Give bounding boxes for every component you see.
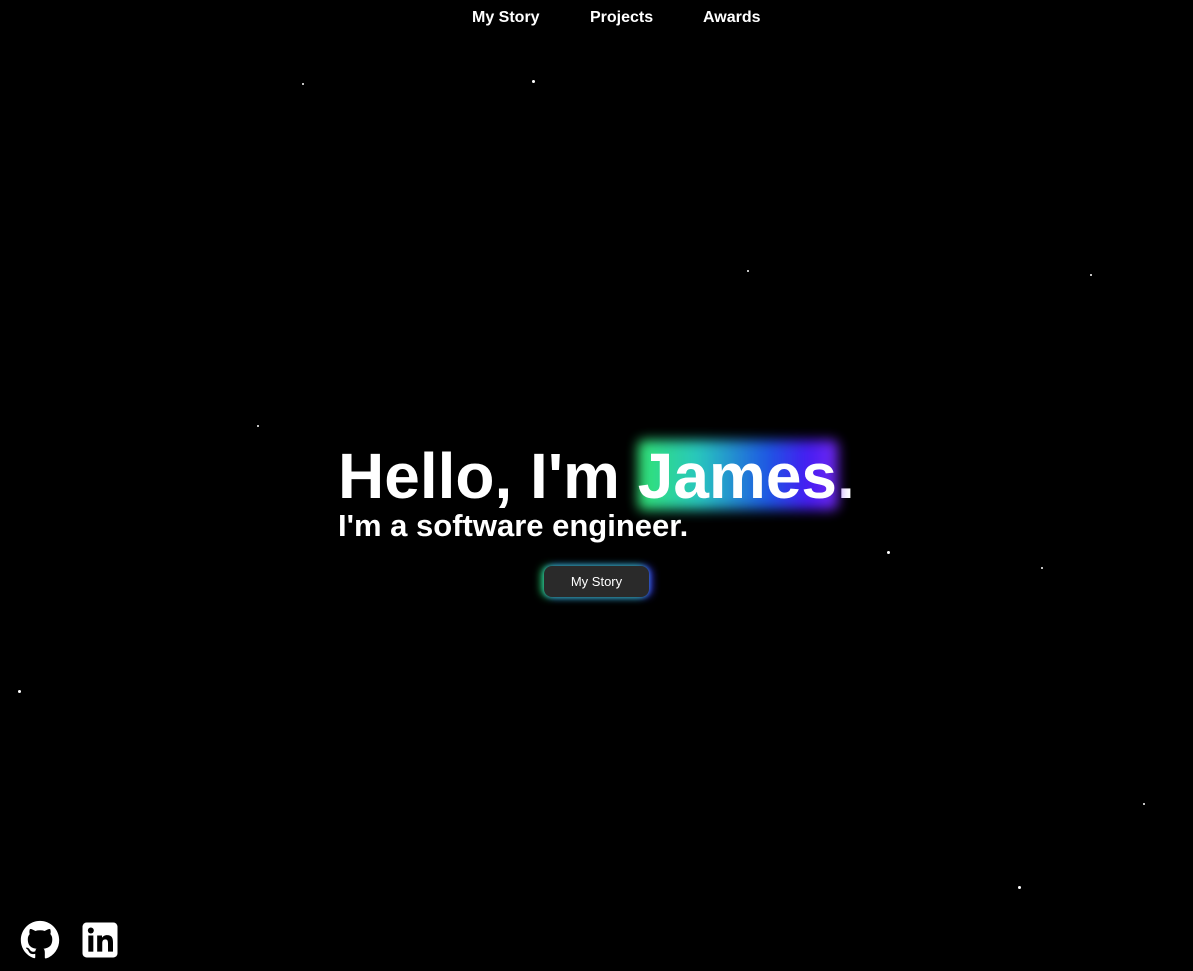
star — [887, 551, 890, 554]
star — [257, 425, 259, 427]
star — [1018, 886, 1021, 889]
star — [1143, 803, 1145, 805]
greeting-text: Hello, I'm — [338, 440, 638, 512]
name-highlight: James — [637, 438, 838, 514]
linkedin-link[interactable] — [80, 920, 120, 960]
my-story-button[interactable]: My Story — [544, 566, 649, 597]
github-icon — [20, 920, 60, 959]
hero: Hello, I'm James. I'm a software enginee… — [338, 438, 898, 546]
star — [747, 270, 749, 272]
star — [532, 80, 535, 83]
star — [1041, 567, 1043, 569]
star — [18, 690, 21, 693]
nav-link-my-story[interactable]: My Story — [472, 8, 540, 28]
star — [1090, 274, 1092, 276]
top-nav: My Story Projects Awards — [0, 8, 1193, 30]
github-link[interactable] — [20, 920, 60, 960]
star — [302, 83, 304, 85]
headline-period: . — [837, 440, 855, 512]
nav-link-projects[interactable]: Projects — [590, 8, 653, 28]
hero-headline: Hello, I'm James. — [338, 438, 898, 514]
linkedin-icon — [82, 922, 118, 958]
name-text: James — [637, 440, 837, 512]
nav-link-awards[interactable]: Awards — [703, 8, 761, 28]
